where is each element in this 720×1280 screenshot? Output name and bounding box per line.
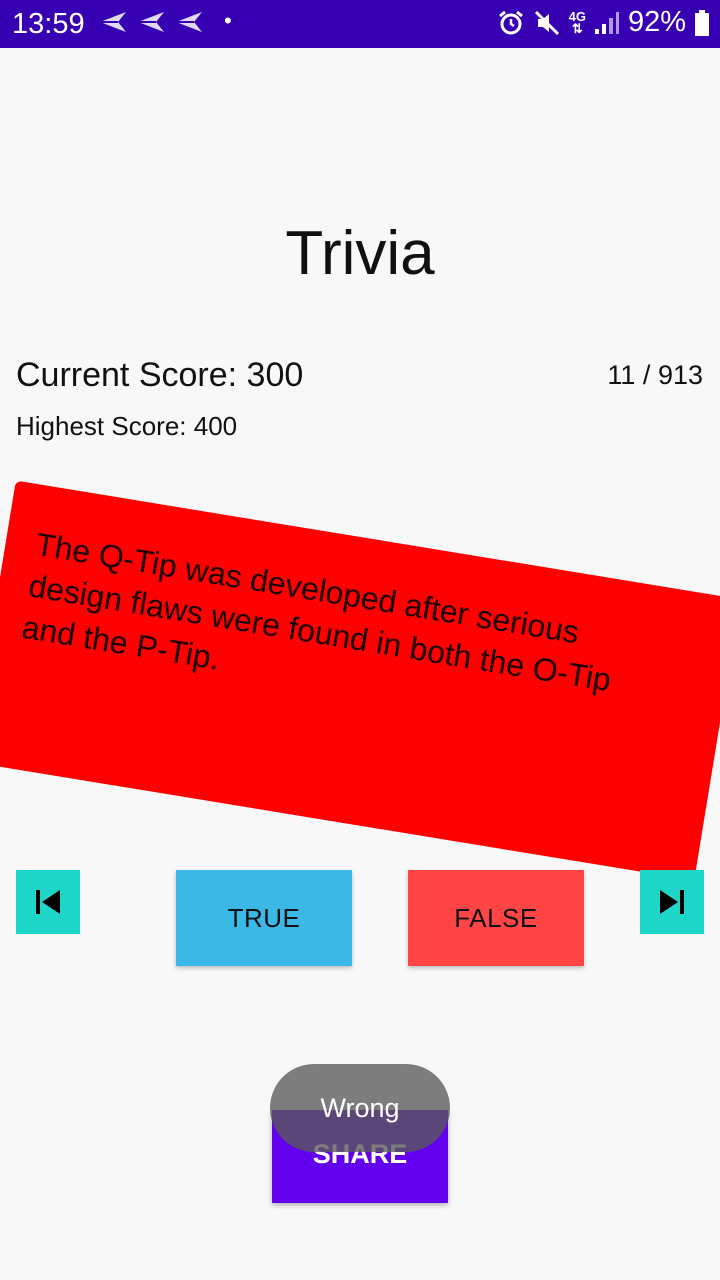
system-icons: 4G ⇅ 92% [497,6,710,39]
battery-icon [695,9,709,36]
question-card[interactable]: The Q-Tip was developed after serious de… [0,480,720,881]
toast-message: Wrong [270,1064,450,1152]
alarm-icon [498,10,523,34]
false-button[interactable]: FALSE [408,870,584,966]
mute-icon [534,10,559,35]
status-time: 13:59 [12,8,85,40]
send-notification-icon [138,12,164,32]
question-progress: 11 / 913 [607,360,703,390]
skip-next-icon [660,890,684,914]
app-title: Trivia [285,219,435,288]
true-button[interactable]: TRUE [176,870,352,966]
send-notification-icon [100,12,126,32]
next-question-button[interactable] [640,870,704,934]
question-text: The Q-Tip was developed after serious de… [19,525,614,699]
skip-previous-icon [36,890,60,914]
network-type: 4G ⇅ [568,8,586,36]
signal-icon [594,11,619,34]
status-bar: 13:59 • 4G ⇅ 92% [0,0,720,48]
battery-percent: 92% [627,6,686,38]
previous-question-button[interactable] [16,870,80,934]
notification-icons [98,10,204,34]
current-score: Current Score: 300 [16,356,304,394]
send-notification-icon [176,12,202,32]
more-notifications-dot-icon: • [224,8,232,33]
highest-score: Highest Score: 400 [16,411,238,441]
